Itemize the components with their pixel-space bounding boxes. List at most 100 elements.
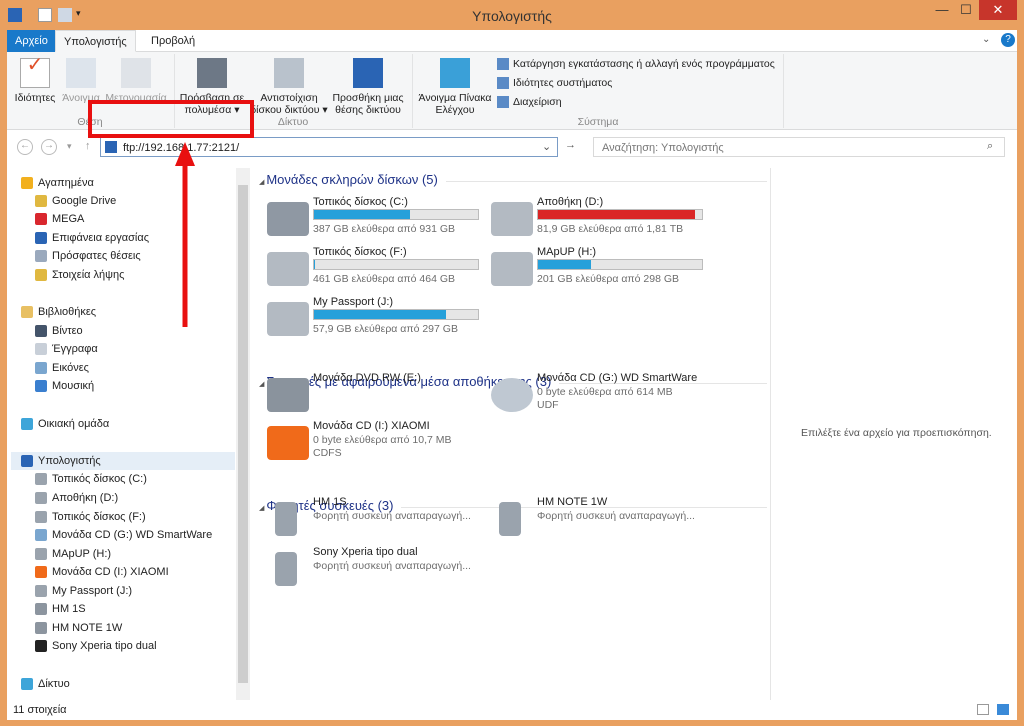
properties-label: Ιδιότητες xyxy=(14,92,56,104)
computer-icon xyxy=(21,455,33,468)
nav-item[interactable]: Έγγραφα xyxy=(35,340,98,358)
device-item[interactable]: Μονάδα CD (G:) WD SmartWare 0 byte ελεύθε… xyxy=(491,372,721,422)
device-name: My Passport (J:) xyxy=(313,296,394,308)
device-item[interactable]: Αποθήκη (D:) 81,9 GB ελεύθερα από 1,81 TB xyxy=(491,196,721,246)
nav-item-label: Αγαπημένα xyxy=(38,177,94,189)
manage-button[interactable]: Διαχείριση xyxy=(497,96,562,109)
add-network-location-button[interactable]: Προσθήκη μιας θέσης δικτύου xyxy=(331,58,405,116)
file-system: UDF xyxy=(537,399,559,411)
go-button[interactable]: → xyxy=(565,139,576,151)
close-button[interactable]: ✕ xyxy=(979,0,1017,20)
uninstall-icon xyxy=(497,58,509,71)
window-title: Υπολογιστής xyxy=(472,8,552,24)
device-item[interactable]: MApUP (H:) 201 GB ελεύθερα από 298 GB xyxy=(491,246,721,296)
scrollbar-thumb[interactable] xyxy=(238,185,248,683)
help-icon[interactable]: ? xyxy=(1001,33,1015,47)
capacity-bar xyxy=(537,259,703,270)
details-view-icon[interactable] xyxy=(977,704,989,715)
device-item[interactable]: My Passport (J:) 57,9 GB ελεύθερα από 297… xyxy=(267,296,497,346)
forward-button[interactable]: → xyxy=(41,139,57,155)
device-detail: Φορητή συσκευή αναπαραγωγή... xyxy=(313,510,471,522)
up-button[interactable]: ↑ xyxy=(85,140,91,152)
address-bar[interactable]: ftp://192.168.1.77:2121/ ⌄ xyxy=(100,137,558,157)
uninstall-program-button[interactable]: Κατάργηση εγκατάστασης ή αλλαγή ενός προ… xyxy=(497,58,775,71)
search-icon[interactable]: ⌕ xyxy=(987,140,993,153)
nav-item-label: Οικιακή ομάδα xyxy=(38,418,110,430)
device-detail: Φορητή συσκευή αναπαραγωγή... xyxy=(537,510,695,522)
nav-item[interactable]: HM 1S xyxy=(35,600,86,618)
device-detail: 57,9 GB ελεύθερα από 297 GB xyxy=(313,323,458,335)
control-panel-label-2: Ελέγχου xyxy=(435,104,475,116)
nav-item[interactable]: Sony Xperia tipo dual xyxy=(35,637,157,655)
nav-item[interactable]: My Passport (J:) xyxy=(35,582,132,600)
recent-icon xyxy=(35,250,47,263)
device-item[interactable]: Sony Xperia tipo dual Φορητή συσκευή αναπ… xyxy=(267,546,497,596)
nav-item[interactable]: Αποθήκη (D:) xyxy=(35,489,118,507)
rename-button[interactable]: Μετονομασία xyxy=(103,58,169,104)
capacity-fill xyxy=(314,260,315,269)
nav-item-label: Επιφάνεια εργασίας xyxy=(52,232,150,244)
nav-item-label: My Passport (J:) xyxy=(52,585,133,597)
nav-item[interactable]: Αγαπημένα xyxy=(21,174,94,192)
phone-icon xyxy=(275,502,297,536)
device-name: Sony Xperia tipo dual xyxy=(313,546,418,558)
nav-item[interactable]: Στοιχεία λήψης xyxy=(35,266,124,284)
nav-item-label: Υπολογιστής xyxy=(38,455,101,467)
nav-item[interactable]: Εικόνες xyxy=(35,359,89,377)
nav-item[interactable]: Πρόσφατες θέσεις xyxy=(35,247,141,265)
status-bar: 11 στοιχεία xyxy=(7,700,1017,720)
nav-item[interactable]: Οικιακή ομάδα xyxy=(21,415,109,433)
map-network-drive-button[interactable]: Αντιστοίχιση δίσκου δικτύου ▾ xyxy=(247,58,331,116)
device-item[interactable]: Τοπικός δίσκος (C:) 387 GB ελεύθερα από 9… xyxy=(267,196,497,246)
nav-item[interactable]: Επιφάνεια εργασίας xyxy=(35,229,149,247)
tab-computer[interactable]: Υπολογιστής xyxy=(55,30,136,52)
device-item[interactable]: Μονάδα DVD RW (E:) xyxy=(267,372,497,422)
title-bar: ▾ Υπολογιστής — ☐ ✕ xyxy=(0,0,1024,30)
device-item[interactable]: HM 1S Φορητή συσκευή αναπαραγωγή... xyxy=(267,496,497,546)
device-detail: 461 GB ελεύθερα από 464 GB xyxy=(313,273,456,285)
chevron-down-icon[interactable]: ⌄ xyxy=(542,140,551,153)
nav-item[interactable]: Τοπικός δίσκος (C:) xyxy=(35,470,147,488)
system-properties-label: Ιδιότητες συστήματος xyxy=(513,77,613,89)
search-input[interactable]: Αναζήτηση: Υπολογιστής xyxy=(602,142,724,154)
properties-button[interactable]: ✓ Ιδιότητες xyxy=(11,55,59,104)
search-box[interactable]: Αναζήτηση: Υπολογιστής ⌕ xyxy=(593,137,1005,157)
map-drive-label-2: δίσκου δικτύου ▾ xyxy=(250,104,328,116)
open-control-panel-button[interactable]: Άνοιγμα Πίνακα Ελέγχου xyxy=(417,58,493,116)
nav-item[interactable]: Μουσική xyxy=(35,377,94,395)
nav-item-label: Πρόσφατες θέσεις xyxy=(52,250,141,262)
expand-ribbon-icon[interactable]: ⌄ xyxy=(982,34,990,45)
tab-view[interactable]: Προβολή xyxy=(143,30,203,52)
add-location-label-1: Προσθήκη μιας xyxy=(332,92,404,104)
nav-item-label: Εικόνες xyxy=(52,362,89,374)
open-button[interactable]: Άνοιγμα xyxy=(61,58,101,104)
nav-item[interactable]: Τοπικός δίσκος (F:) xyxy=(35,508,146,526)
nav-item[interactable]: Google Drive xyxy=(35,192,116,210)
device-item[interactable]: HM NOTE 1W Φορητή συσκευή αναπαραγωγή... xyxy=(491,496,721,546)
device-item[interactable]: Μονάδα CD (I:) XIAOMI 0 byte ελεύθερα από… xyxy=(267,420,497,470)
nav-item[interactable]: HM NOTE 1W xyxy=(35,619,122,637)
system-properties-icon xyxy=(497,77,509,90)
nav-item[interactable]: Βιβλιοθήκες xyxy=(21,303,96,321)
nav-item[interactable]: Υπολογιστής xyxy=(11,452,235,470)
nav-item[interactable]: Δίκτυο xyxy=(21,675,70,693)
nav-item[interactable]: Μονάδα CD (G:) WD SmartWare xyxy=(35,526,212,544)
nav-item[interactable]: MApUP (H:) xyxy=(35,545,111,563)
pictures-icon xyxy=(35,362,47,375)
minimize-button[interactable]: — xyxy=(929,0,955,20)
device-item[interactable]: Τοπικός δίσκος (F:) 461 GB ελεύθερα από 4… xyxy=(267,246,497,296)
nav-item[interactable]: Μονάδα CD (I:) XIAOMI xyxy=(35,563,169,581)
tab-file[interactable]: Αρχείο xyxy=(7,30,56,52)
nav-item-label: Στοιχεία λήψης xyxy=(52,269,125,281)
large-icons-view-icon[interactable] xyxy=(997,704,1009,715)
device-name: Αποθήκη (D:) xyxy=(537,196,604,208)
nav-item[interactable]: MEGA xyxy=(35,210,84,228)
maximize-button[interactable]: ☐ xyxy=(953,0,979,20)
manage-icon xyxy=(497,96,509,109)
drive-icon xyxy=(35,473,47,486)
nav-item[interactable]: Βίντεο xyxy=(35,322,83,340)
back-button[interactable]: ← xyxy=(17,139,33,155)
system-properties-button[interactable]: Ιδιότητες συστήματος xyxy=(497,77,613,90)
section-header[interactable]: ◢ Μονάδες σκληρών δίσκων (5) xyxy=(257,172,767,192)
recent-locations-icon[interactable]: ▾ xyxy=(67,141,72,152)
